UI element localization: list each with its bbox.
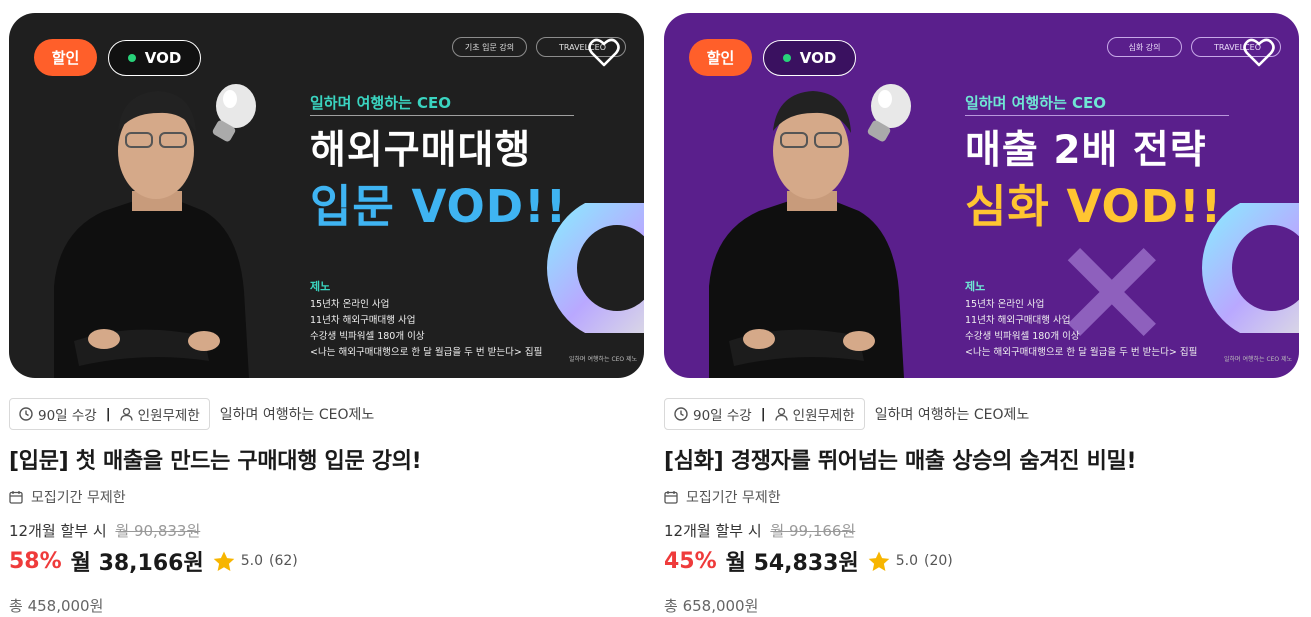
banner-headline: 매출 2배 전략 [965,128,1207,173]
monthly-price: 월 38,166원 [70,551,204,576]
live-dot-icon [782,54,791,62]
instructor-bio-line: 11년차 해외구매대행 사업 [965,315,1071,326]
monthly-price: 월 54,833원 [725,551,859,576]
vod-badge: VOD [108,40,201,76]
person-icon [120,407,133,421]
total-price: 총 458,000원 [9,597,104,615]
banner-tag: 심화 강의 [1107,37,1182,57]
course-meta-box: 90일 수강 | 인원무제한 [9,398,210,430]
instructor-bio-line: 수강생 빅파워셀 180개 이상 [965,331,1080,342]
period-text: 모집기간 무제한 [31,490,126,506]
period-text: 모집기간 무제한 [686,490,781,506]
person-icon [775,407,788,421]
banner-headline-accent: 심화 VOD!! [965,180,1223,233]
divider [965,115,1229,116]
discount-rate: 58% [9,548,62,574]
author-name[interactable]: 일하며 여행하는 CEO제노 [875,404,1029,424]
banner-subtitle: 일하며 여행하는 CEO [310,94,452,112]
lightbulb-icon [867,84,911,142]
discount-rate: 45% [664,548,717,574]
divider [310,115,574,116]
rating: 5.0 (20) [868,551,953,572]
instructor-bio-line: 11년차 해외구매대행 사업 [310,315,416,326]
rating: 5.0 (62) [213,551,298,572]
installment-label: 12개월 할부 시 [9,522,107,540]
instructor-bio-line: 수강생 빅파워셀 180개 이상 [310,331,425,342]
calendar-icon [9,491,23,504]
star-icon [868,551,890,571]
vod-label: VOD [799,49,837,67]
duration-text: 90일 수강 [693,408,752,424]
instructor-bio-line: 15년차 온라인 사업 [965,299,1045,310]
instructor-name: 제노 [965,280,986,293]
total-price: 총 658,000원 [664,597,759,615]
course-thumbnail[interactable]: × 할인 VOD 심화 강의 TRAVELCEO 일하며 여행하는 CEO 매출… [664,13,1299,378]
installment-info: 12개월 할부 시 월 99,166원 [664,520,855,541]
instructor-bio-line: 15년차 온라인 사업 [310,299,390,310]
banner-credit: 일하며 여행하는 CEO 제노 [1224,356,1293,363]
installment-label: 12개월 할부 시 [664,522,762,540]
capacity-text: 인원무제한 [792,408,855,424]
course-title[interactable]: [심화] 경쟁자를 뛰어넘는 매출 상승의 숨겨진 비밀! [664,443,1137,475]
instructor-bio-line: <나는 해외구매대행으로 한 달 월급을 두 번 받는다> 집필 [965,347,1198,358]
sale-badge: 할인 [689,39,752,76]
duration-text: 90일 수강 [38,408,97,424]
lightbulb-icon [212,84,256,142]
course-title[interactable]: [입문] 첫 매출을 만드는 구매대행 입문 강의! [9,443,422,475]
instructor-name: 제노 [310,280,331,293]
live-dot-icon [127,54,136,62]
course-meta: 90일 수강 | 인원무제한 일하며 여행하는 CEO제노 [9,398,374,430]
heart-icon[interactable] [1243,38,1275,68]
banner-credit: 일하며 여행하는 CEO 제노 [569,356,638,363]
recruit-period: 모집기간 무제한 [9,487,126,507]
clock-icon [19,407,33,421]
review-count: (62) [268,553,298,569]
separator: | [105,406,111,422]
sale-badge: 할인 [34,39,97,76]
heart-icon[interactable] [588,38,620,68]
price-row: 58% 월 38,166원 5.0 (62) [9,545,298,577]
banner-subtitle: 일하며 여행하는 CEO [965,94,1107,112]
banner-tag: 기초 입문 강의 [452,37,527,57]
author-name[interactable]: 일하며 여행하는 CEO제노 [220,404,374,424]
banner-headline: 해외구매대행 [310,128,532,173]
original-price: 월 90,833원 [115,522,201,540]
installment-info: 12개월 할부 시 월 90,833원 [9,520,200,541]
clock-icon [674,407,688,421]
original-price: 월 99,166원 [770,522,856,540]
rating-value: 5.0 [895,553,918,569]
course-meta: 90일 수강 | 인원무제한 일하며 여행하는 CEO제노 [664,398,1029,430]
course-card[interactable]: 할인 VOD 기초 입문 강의 TRAVELCEO 일하며 여행하는 CEO 해… [9,13,644,615]
rating-value: 5.0 [240,553,263,569]
capacity-text: 인원무제한 [137,408,200,424]
vod-label: VOD [144,49,182,67]
course-card[interactable]: × 할인 VOD 심화 강의 TRAVELCEO 일하며 여행하는 CEO 매출… [664,13,1299,615]
review-count: (20) [923,553,953,569]
price-row: 45% 월 54,833원 5.0 (20) [664,545,953,577]
recruit-period: 모집기간 무제한 [664,487,781,507]
calendar-icon [664,491,678,504]
separator: | [760,406,766,422]
instructor-bio-line: <나는 해외구매대행으로 한 달 월급을 두 번 받는다> 집필 [310,347,543,358]
banner-headline-accent: 입문 VOD!! [310,180,568,233]
course-meta-box: 90일 수강 | 인원무제한 [664,398,865,430]
torus-decoration [1202,203,1299,333]
vod-badge: VOD [763,40,856,76]
course-thumbnail[interactable]: 할인 VOD 기초 입문 강의 TRAVELCEO 일하며 여행하는 CEO 해… [9,13,644,378]
torus-decoration [547,203,644,333]
star-icon [213,551,235,571]
